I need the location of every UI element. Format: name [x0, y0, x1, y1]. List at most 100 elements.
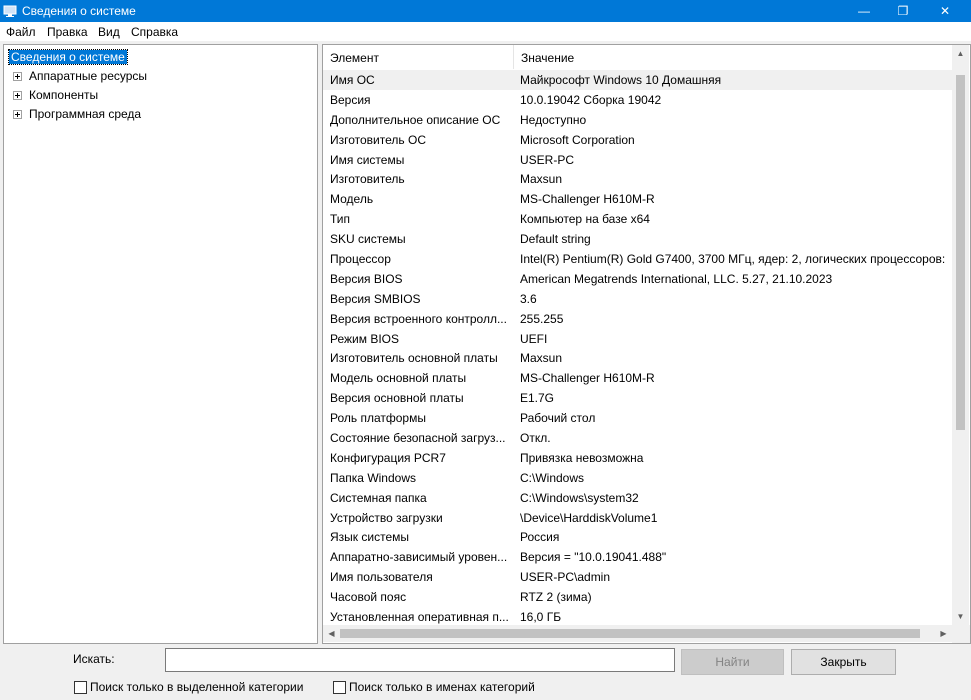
expand-plus-icon[interactable]	[13, 110, 22, 119]
cell-value: C:\Windows\system32	[520, 490, 639, 505]
cell-item: Версия	[330, 92, 371, 107]
maximize-button[interactable]: ❐	[884, 0, 922, 22]
cell-item: Состояние безопасной загруз...	[330, 431, 506, 446]
tree-item-system-summary[interactable]: Сведения о системе	[4, 49, 304, 67]
vertical-scroll-thumb[interactable]	[956, 75, 965, 430]
cell-item: Имя системы	[330, 152, 405, 167]
column-header-item[interactable]: Элемент	[323, 45, 514, 69]
close-icon: ✕	[939, 4, 951, 18]
scroll-down-icon[interactable]: ▼	[952, 608, 969, 625]
cell-value: Microsoft Corporation	[520, 132, 635, 147]
expand-plus-icon[interactable]	[13, 91, 22, 100]
cell-value: MS-Challenger H610M-R	[520, 371, 655, 386]
list-row[interactable]: Изготовитель Maxsun	[323, 169, 952, 189]
list-row[interactable]: Версия основной платы E1.7G	[323, 388, 952, 408]
list-row[interactable]: Устройство загрузки \Device\HarddiskVolum…	[323, 508, 952, 528]
cell-item: Системная папка	[330, 490, 427, 505]
list-row[interactable]: Имя ОС Майкрософт Windows 10 Домашняя	[323, 70, 952, 90]
cell-value: Maxsun	[520, 351, 563, 366]
list-header: Элемент Значение	[323, 45, 970, 69]
cell-value: C:\Windows	[520, 470, 585, 485]
tree-item-software-environment[interactable]: Программная среда	[4, 106, 304, 124]
cell-item: Модель	[330, 192, 374, 207]
cell-value: E1.7G	[520, 391, 555, 406]
list-row[interactable]: Тип Компьютер на базе x64	[323, 209, 952, 229]
cell-value: Рабочий стол	[520, 411, 596, 426]
tree-item-components[interactable]: Компоненты	[4, 87, 304, 105]
list-row[interactable]: Модель MS-Challenger H610M-R	[323, 189, 952, 209]
cell-item: Версия BIOS	[330, 271, 403, 286]
find-button[interactable]: Найти	[681, 649, 784, 675]
cell-value: American Megatrends International, LLC. …	[520, 271, 833, 286]
vertical-scrollbar[interactable]: ▲ ▼	[952, 45, 969, 625]
menu-view[interactable]: Вид	[98, 25, 120, 39]
scrollbar-corner	[952, 625, 970, 643]
checkbox-label: Поиск только в выделенной категории	[90, 680, 304, 694]
list-row[interactable]: Версия 10.0.19042 Сборка 19042	[323, 90, 952, 110]
list-row[interactable]: Аппаратно-зависимый уровен... Версия = "1…	[323, 547, 952, 567]
cell-value: 10.0.19042 Сборка 19042	[520, 92, 662, 107]
cell-item: Часовой пояс	[330, 590, 407, 605]
list-row[interactable]: Системная папка C:\Windows\system32	[323, 488, 952, 508]
list-row[interactable]: Версия BIOS American Megatrends Internati…	[323, 269, 952, 289]
minimize-button[interactable]: —	[845, 0, 883, 22]
cell-value: Майкрософт Windows 10 Домашняя	[520, 73, 722, 87]
details-list[interactable]: Элемент Значение Имя ОС Майкрософт Window…	[322, 44, 971, 644]
list-row[interactable]: Конфигурация PCR7 Привязка невозможна	[323, 448, 952, 468]
scroll-left-icon[interactable]: ◀	[323, 625, 340, 642]
list-row[interactable]: Изготовитель основной платы Maxsun	[323, 348, 952, 368]
close-window-button[interactable]: ✕	[926, 0, 964, 22]
list-row[interactable]: Дополнительное описание ОС Недоступно	[323, 110, 952, 130]
list-row[interactable]: Установленная оперативная п... 16,0 ГБ	[323, 607, 952, 625]
column-header-value[interactable]: Значение	[514, 45, 954, 69]
list-row[interactable]: Модель основной платы MS-Challenger H610M…	[323, 368, 952, 388]
cell-value: USER-PC\admin	[520, 570, 611, 585]
list-row[interactable]: Состояние безопасной загруз... Откл.	[323, 428, 952, 448]
list-row[interactable]: Версия SMBIOS 3.6	[323, 289, 952, 309]
cell-item: Имя ОС	[330, 73, 375, 87]
list-row[interactable]: Часовой пояс RTZ 2 (зима)	[323, 587, 952, 607]
menu-bar: Файл Правка Вид Справка	[0, 22, 971, 41]
cell-item: Язык системы	[330, 530, 409, 545]
list-row[interactable]: Процессор Intel(R) Pentium(R) Gold G7400,…	[323, 249, 952, 269]
list-row[interactable]: Имя пользователя USER-PC\admin	[323, 567, 952, 587]
tree-item-hardware-resources[interactable]: Аппаратные ресурсы	[4, 68, 304, 86]
cell-item: SKU системы	[330, 232, 406, 247]
cell-item: Аппаратно-зависимый уровен...	[330, 550, 508, 565]
horizontal-scroll-thumb[interactable]	[340, 629, 920, 638]
tree-item-label: Сведения о системе	[8, 49, 128, 65]
menu-help[interactable]: Справка	[131, 25, 178, 39]
list-row[interactable]: Версия встроенного контролл... 255.255	[323, 309, 952, 329]
cell-value: Default string	[520, 232, 591, 247]
cell-value: MS-Challenger H610M-R	[520, 192, 655, 207]
scroll-right-icon[interactable]: ▶	[935, 625, 952, 642]
cell-item: Процессор	[330, 252, 391, 267]
cell-item: Папка Windows	[330, 470, 416, 485]
list-row[interactable]: Язык системы Россия	[323, 527, 952, 547]
cell-value: 3.6	[520, 291, 537, 306]
list-row[interactable]: SKU системы Default string	[323, 229, 952, 249]
list-row[interactable]: Роль платформы Рабочий стол	[323, 408, 952, 428]
cell-item: Изготовитель	[330, 172, 405, 187]
tree-item-label: Компоненты	[29, 88, 99, 102]
cell-value: 255.255	[520, 311, 564, 326]
scroll-up-icon[interactable]: ▲	[952, 45, 969, 62]
category-tree[interactable]: Сведения о системе Аппаратные ресурсы Ко…	[3, 44, 318, 644]
list-row[interactable]: Режим BIOS UEFI	[323, 329, 952, 349]
cell-value: Maxsun	[520, 172, 563, 187]
checkbox-box[interactable]	[74, 681, 87, 694]
list-row[interactable]: Имя системы USER-PC	[323, 150, 952, 170]
cell-value: \Device\HarddiskVolume1	[520, 510, 658, 525]
list-row[interactable]: Изготовитель ОС Microsoft Corporation	[323, 130, 952, 150]
list-row[interactable]: Папка Windows C:\Windows	[323, 468, 952, 488]
search-input[interactable]	[165, 648, 675, 672]
checkbox-box[interactable]	[333, 681, 346, 694]
horizontal-scrollbar[interactable]: ◀ ▶	[323, 625, 952, 642]
close-button[interactable]: Закрыть	[791, 649, 896, 675]
menu-edit[interactable]: Правка	[47, 25, 88, 39]
expand-plus-icon[interactable]	[13, 72, 22, 81]
menu-file[interactable]: Файл	[6, 25, 36, 39]
cell-item: Модель основной платы	[330, 371, 467, 386]
cell-item: Изготовитель ОС	[330, 132, 426, 147]
minimize-icon: —	[858, 4, 870, 18]
